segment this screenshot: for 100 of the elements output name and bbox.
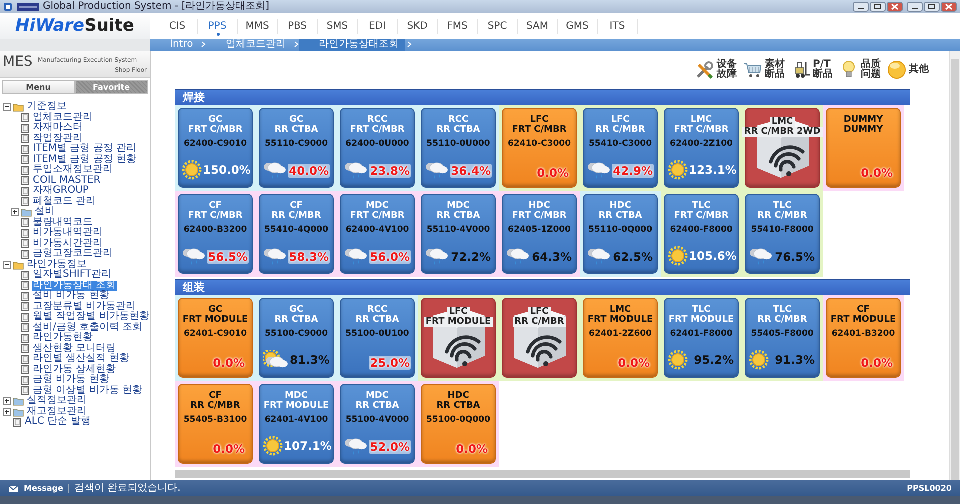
line-card[interactable]: MDC RR CTBA 55100-4V000 52.0% (340, 384, 415, 464)
rate-value: 42.9% (612, 164, 654, 178)
expand-icon[interactable] (3, 397, 11, 406)
folder-icon (13, 102, 24, 112)
line-card[interactable]: MDC FRT C/MBR 62400-4V100 56.0% (340, 194, 415, 274)
line-name: TLC (773, 201, 792, 211)
line-card[interactable]: TLC FRT MODULE 62401-F8000 95.2% (664, 298, 739, 378)
restore-button[interactable] (870, 2, 886, 12)
tree-folder[interactable]: 기준정보 (26, 102, 68, 112)
line-card[interactable]: LFC FRT C/MBR 62410-C3000 0.0% (502, 108, 577, 188)
chevron-icon (201, 41, 206, 48)
tree-item[interactable]: 라인가동현황 (32, 333, 94, 344)
tree-item[interactable]: COIL MASTER (32, 176, 102, 186)
tree-item[interactable]: 일자별SHIFT관리 (32, 270, 113, 280)
tree-item[interactable]: 투입소재정보관리 (32, 165, 114, 176)
line-card[interactable]: CF RR C/MBR 55405-B3100 0.0% (178, 384, 253, 464)
close-button[interactable] (887, 2, 903, 12)
nav-tab[interactable]: SPC (478, 18, 518, 34)
nav-tab[interactable]: FMS (438, 18, 478, 34)
expand-icon[interactable] (3, 408, 11, 416)
nav-tab[interactable]: CIS (158, 18, 198, 34)
tree-item[interactable]: 금형 비가동 현황 (32, 375, 110, 386)
line-card[interactable]: GC RR CTBA 55100-C9000 81.3% (259, 298, 334, 378)
restore-button[interactable] (924, 2, 940, 12)
part-code: 62401-2Z600 (589, 329, 652, 339)
nav-tab[interactable]: PBS (278, 18, 318, 34)
tree-item[interactable]: 생산현황 모니터링 (32, 344, 118, 354)
minimize-button[interactable] (853, 2, 869, 12)
collapse-icon[interactable] (3, 260, 11, 269)
line-card[interactable]: MDC FRT MODULE 62401-4V100 107.1% (259, 384, 334, 464)
rate-value: 64.3% (531, 250, 573, 264)
logo-icon (17, 2, 39, 10)
tree-item[interactable]: 고장분류별 비가동관리 (32, 302, 138, 312)
line-card[interactable]: HDC RR CTBA 55110-0Q000 62.5% (583, 194, 658, 274)
line-card[interactable]: CF FRT MODULE 62401-B3200 0.0% (826, 298, 901, 378)
tree-item[interactable]: 라인별 생산실적 현황 (32, 354, 130, 364)
line-card[interactable]: GC RR CTBA 55110-C9000 40.0% (259, 108, 334, 188)
tree-item[interactable]: 금형고장코드관리 (32, 249, 114, 260)
line-card[interactable]: LFC RR C/MBR (502, 298, 577, 378)
line-card[interactable]: CF FRT C/MBR 62400-B3200 56.5% (178, 194, 253, 274)
line-card[interactable]: HDC RR CTBA 55100-0Q000 0.0% (421, 384, 496, 464)
line-card[interactable]: RCC RR CTBA 55110-0U000 36.4% (421, 108, 496, 188)
rate-value: 0.0% (860, 356, 894, 370)
part-name: RR C/MBR (272, 211, 322, 221)
tree-item[interactable]: 비가동시간관리 (32, 238, 104, 249)
nav-tab[interactable]: GMS (558, 18, 598, 34)
line-card[interactable]: TLC RR C/MBR 55405-F8000 91.3% (745, 298, 820, 378)
line-card[interactable]: CF RR C/MBR 55410-4Q000 58.3% (259, 194, 334, 274)
line-card[interactable]: HDC FRT C/MBR 62405-1Z000 64.3% (502, 194, 577, 274)
tree-item[interactable]: 비가동내역관리 (32, 228, 104, 238)
nav-tab[interactable]: EDI (358, 18, 398, 34)
tree-item[interactable]: 라인가동 상세현황 (32, 364, 118, 375)
tree-item[interactable]: ITEM별 금형 공정 관리 (32, 144, 138, 154)
line-card[interactable]: LMC FRT C/MBR 62400-2Z100 123.1% (664, 108, 739, 188)
tree-item[interactable]: 월별 작업장별 비가동현황 (32, 312, 150, 322)
line-card[interactable]: GC FRT C/MBR 62400-C9010 150.0% (178, 108, 253, 188)
tree-item[interactable]: 설비 비가동 현황 (32, 291, 110, 302)
expand-icon[interactable] (11, 208, 19, 216)
tree-item[interactable]: 작업장관리 (32, 134, 84, 144)
tree-folder[interactable]: 실적정보관리 (26, 396, 88, 406)
line-card[interactable]: DUMMY DUMMY 0.0% (826, 108, 901, 188)
tree-item[interactable]: 라인가동상태 조회 (32, 280, 118, 291)
line-card[interactable]: TLC RR C/MBR 55410-F8000 76.5% (745, 194, 820, 274)
tree-item[interactable]: ITEM별 금형 공정 현황 (32, 154, 138, 165)
nav-tab[interactable]: SKD (398, 18, 438, 34)
tree-item[interactable]: 자재마스터 (32, 123, 84, 134)
tree-folder[interactable]: 재고정보관리 (26, 406, 88, 417)
tree-item[interactable]: ALC 단순 발행 (24, 417, 92, 428)
line-card[interactable]: TLC FRT C/MBR 62400-F8000 105.6% (664, 194, 739, 274)
line-card[interactable]: LMC FRT MODULE 62401-2Z600 0.0% (583, 298, 658, 378)
line-card[interactable]: LFC RR C/MBR 55410-C3000 42.9% (583, 108, 658, 188)
tree-item[interactable]: 설비/금형 호출이력 조회 (32, 322, 144, 333)
line-card[interactable]: LMC RR C/MBR 2WD (745, 108, 820, 188)
tree-item[interactable]: 폐철코드 관리 (32, 196, 98, 207)
rate-value: 76.5% (774, 250, 816, 264)
nav-tab[interactable]: SMS (318, 18, 358, 34)
line-name: LMC (610, 305, 632, 315)
line-card[interactable]: LFC FRT MODULE (421, 298, 496, 378)
line-card[interactable]: RCC RR CTBA 55100-0U100 25.0% (340, 298, 415, 378)
tree-item[interactable]: 자재GROUP (32, 186, 90, 196)
horizontal-scrollbar[interactable] (175, 470, 910, 478)
line-card[interactable]: RCC FRT C/MBR 62400-0U000 23.8% (340, 108, 415, 188)
line-card[interactable]: GC FRT MODULE 62401-C9010 0.0% (178, 298, 253, 378)
tree-item[interactable]: 금형 이상별 비가동 현황 (32, 386, 144, 396)
tree-item[interactable]: 업체코드관리 (32, 112, 94, 123)
close-button[interactable] (941, 2, 957, 12)
part-name: FRT MODULE (830, 315, 896, 325)
nav-tab[interactable]: ITS (598, 18, 638, 34)
nav-tab[interactable]: SAM (518, 18, 558, 34)
collapse-icon[interactable] (3, 103, 11, 112)
sidebar-tab[interactable]: Menu (2, 80, 75, 94)
vertical-scrollbar[interactable] (949, 51, 960, 480)
tree-folder[interactable]: 라인가동정보 (26, 260, 88, 270)
tree-item[interactable]: 불량내역코드 (32, 218, 94, 228)
tree-folder[interactable]: 설비 (34, 207, 56, 218)
minimize-button[interactable] (907, 2, 923, 12)
line-card[interactable]: MDC RR CTBA 55110-4V000 72.2% (421, 194, 496, 274)
nav-tab[interactable]: MMS (238, 18, 278, 34)
nav-tab[interactable]: PPS (198, 18, 238, 34)
breadcrumb-link[interactable]: 라인가동상태조회 (299, 39, 406, 51)
